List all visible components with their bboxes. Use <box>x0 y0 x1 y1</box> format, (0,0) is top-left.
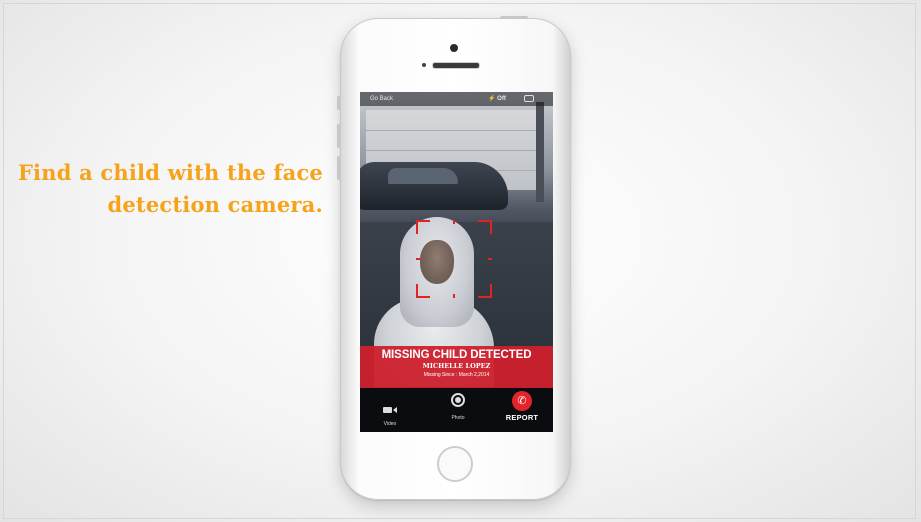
lightning-icon: ⚡ <box>488 96 496 102</box>
power-button <box>500 16 528 19</box>
volume-up-button <box>337 124 340 148</box>
photo-label: Photo <box>451 415 465 421</box>
face-box-tick-left <box>416 258 420 260</box>
face-box-corner-br <box>478 284 492 298</box>
camera-viewfinder[interactable]: Go Back ⚡ Off <box>360 92 553 387</box>
face-box-corner-tl <box>416 220 430 234</box>
flash-toggle[interactable]: ⚡ Off <box>488 95 506 102</box>
front-camera <box>450 44 458 52</box>
garage-panel-line <box>366 130 536 131</box>
go-back-button[interactable]: Go Back <box>370 96 393 102</box>
camera-flip-icon[interactable] <box>524 95 534 102</box>
tagline-line-1: Find a child with the face <box>17 160 323 185</box>
face-box-tick-right <box>488 258 492 260</box>
tagline-line-2: detection camera. <box>107 192 323 217</box>
alert-title: MISSING CHILD DETECTED <box>381 349 532 361</box>
phone-icon: ✆ <box>512 391 532 411</box>
proximity-sensor <box>422 63 426 67</box>
report-label: REPORT <box>505 413 539 422</box>
flash-label: Off <box>497 96 506 102</box>
child-name: MICHELLE LOPEZ <box>422 362 491 370</box>
mute-switch <box>337 96 340 110</box>
video-label: Video <box>383 421 397 427</box>
shutter-icon <box>451 393 465 407</box>
iphone-device: Go Back ⚡ Off MISSING CHILD DETECTED MIC… <box>337 16 571 500</box>
camera-toolbar: Video Photo ✆ REPORT <box>360 388 553 432</box>
earpiece-speaker <box>432 62 480 69</box>
volume-down-button <box>337 156 340 180</box>
face-box-tick-bottom <box>453 294 455 298</box>
face-box-tick-top <box>453 220 455 224</box>
phone-screen: Go Back ⚡ Off MISSING CHILD DETECTED MIC… <box>360 92 553 432</box>
tagline: Find a child with the face detection cam… <box>18 157 323 221</box>
video-camera-icon <box>383 400 397 417</box>
report-button[interactable]: ✆ REPORT <box>502 391 542 422</box>
video-mode-button[interactable]: Video <box>378 400 402 427</box>
missing-child-alert[interactable]: MISSING CHILD DETECTED MICHELLE LOPEZ Mi… <box>360 346 553 388</box>
camera-top-bar: Go Back ⚡ Off <box>360 92 553 106</box>
photo-shutter-button[interactable]: Photo <box>446 393 470 421</box>
face-box-corner-bl <box>416 284 430 298</box>
face-box-corner-tr <box>478 220 492 234</box>
face-detection-box <box>416 220 492 298</box>
pole <box>536 102 544 202</box>
home-button[interactable] <box>437 446 473 482</box>
garage-panel-line <box>366 150 536 151</box>
car-window <box>388 168 458 184</box>
missing-since: Missing Since : March 2,2014 <box>423 372 490 378</box>
